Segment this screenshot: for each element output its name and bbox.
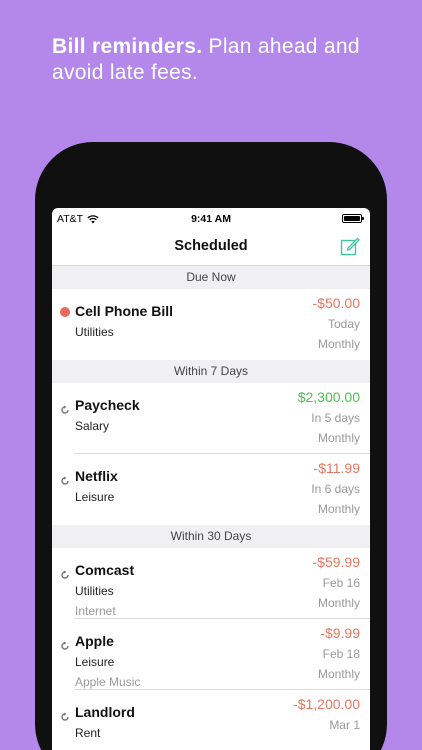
item-due: In 5 days — [311, 411, 360, 425]
item-due: Mar 1 — [329, 718, 360, 732]
item-category: Utilities — [75, 584, 114, 598]
item-note: Apple Music — [75, 675, 141, 689]
section-header-within-7-days: Within 7 Days — [52, 360, 370, 383]
page-title: Scheduled — [174, 238, 248, 254]
item-category: Leisure — [75, 655, 115, 669]
item-category: Utilities — [75, 325, 114, 339]
status-time: 9:41 AM — [191, 213, 231, 225]
item-due: In 6 days — [311, 482, 360, 496]
list-item[interactable]: Netflix Leisure -$11.99 In 6 days Monthl… — [52, 454, 370, 525]
navigation-bar: Scheduled — [52, 228, 370, 266]
item-amount: -$59.99 — [312, 554, 360, 570]
item-amount: -$1,200.00 — [293, 696, 360, 712]
item-due: Today — [327, 317, 360, 331]
compose-icon[interactable] — [340, 236, 360, 256]
item-frequency: Monthly — [317, 431, 360, 445]
status-bar: AT&T 9:41 AM — [52, 208, 370, 228]
repeat-icon — [61, 476, 69, 485]
section-header-within-30-days: Within 30 Days — [52, 525, 370, 548]
item-amount: -$11.99 — [313, 460, 360, 476]
item-amount: $2,300.00 — [297, 389, 360, 405]
repeat-icon — [61, 570, 69, 579]
repeat-icon — [61, 712, 69, 721]
promo-headline: Bill reminders. Plan ahead and avoid lat… — [52, 34, 392, 86]
item-frequency: Monthly — [317, 502, 360, 516]
item-category: Rent — [75, 726, 101, 740]
list-item[interactable]: Landlord Rent -$1,200.00 Mar 1 — [52, 690, 370, 750]
repeat-icon — [61, 405, 69, 414]
item-name: Landlord — [75, 704, 135, 720]
due-dot-icon — [60, 307, 70, 317]
scheduled-list: Due Now Cell Phone Bill Utilities -$50.0… — [52, 266, 370, 750]
list-item[interactable]: Apple Leisure Apple Music -$9.99 Feb 18 … — [52, 619, 370, 690]
item-frequency: Monthly — [317, 667, 360, 681]
item-name: Netflix — [75, 468, 118, 484]
item-frequency: Monthly — [317, 337, 360, 351]
section-header-due-now: Due Now — [52, 266, 370, 289]
item-amount: -$9.99 — [320, 625, 360, 641]
item-due: Feb 18 — [322, 647, 360, 661]
item-note: Internet — [75, 604, 116, 618]
item-name: Apple — [75, 633, 114, 649]
item-frequency: Monthly — [317, 596, 360, 610]
item-name: Comcast — [75, 562, 135, 578]
repeat-icon — [61, 641, 69, 650]
list-item[interactable]: Comcast Utilities Internet -$59.99 Feb 1… — [52, 548, 370, 619]
item-name: Paycheck — [75, 397, 140, 413]
promo-bold: Bill reminders. — [52, 35, 203, 58]
item-category: Leisure — [75, 490, 115, 504]
battery-icon — [342, 214, 364, 223]
item-due: Feb 16 — [322, 576, 360, 590]
item-name: Cell Phone Bill — [75, 303, 174, 319]
phone-screen: AT&T 9:41 AM Scheduled Due Now Cell Phon… — [52, 208, 370, 750]
item-category: Salary — [75, 419, 110, 433]
item-amount: -$50.00 — [312, 295, 360, 311]
list-item[interactable]: Cell Phone Bill Utilities -$50.00 Today … — [52, 289, 370, 360]
list-item[interactable]: Paycheck Salary $2,300.00 In 5 days Mont… — [52, 383, 370, 454]
